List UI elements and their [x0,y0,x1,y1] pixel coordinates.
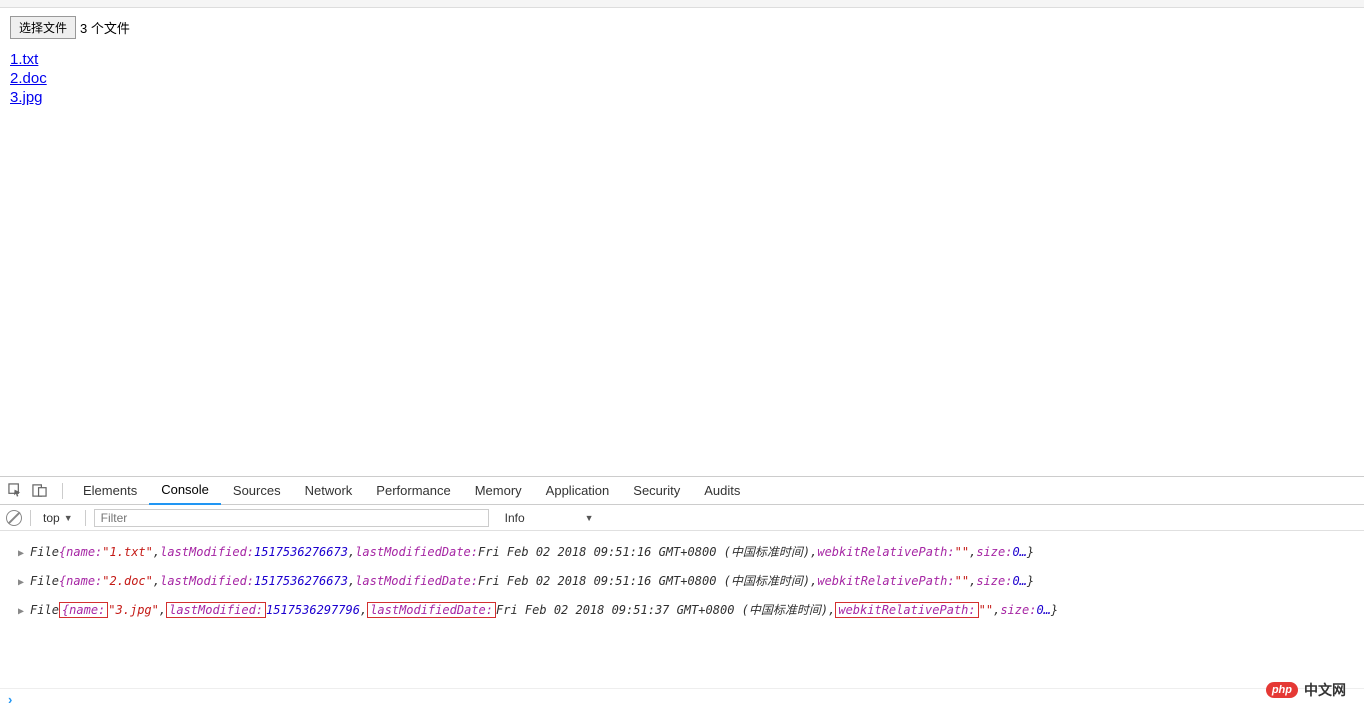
devtools-tab-bar: ElementsConsoleSourcesNetworkPerformance… [0,477,1364,505]
prop-name: {name: [59,545,102,559]
prop-value: 0… [1036,603,1050,617]
chevron-down-icon: ▼ [64,513,73,523]
choose-file-button[interactable]: 选择文件 [10,16,76,39]
device-toggle-icon[interactable] [30,482,48,500]
file-select-row: 选择文件 3 个文件 [10,16,1354,39]
tab-audits[interactable]: Audits [692,477,752,505]
watermark-logo: php [1266,682,1298,698]
tab-sources[interactable]: Sources [221,477,293,505]
file-count-label: 3 个文件 [80,18,130,37]
browser-toolbar [0,0,1364,8]
tab-security[interactable]: Security [621,477,692,505]
watermark-text: 中文网 [1304,680,1346,700]
file-links-list: 1.txt 2.doc 3.jpg [10,51,1354,106]
tab-memory[interactable]: Memory [463,477,534,505]
prop-name: lastModifiedDate: [355,574,478,588]
prop-value: 1517536297796 [266,603,360,617]
prop-name: lastModified: [166,602,266,618]
object-type: File [30,574,59,588]
file-link[interactable]: 3.jpg [10,89,1354,106]
separator [30,510,31,526]
page-content: 选择文件 3 个文件 1.txt 2.doc 3.jpg [0,8,1364,114]
console-filter-bar: top ▼ Info ▼ [0,505,1364,531]
tab-console[interactable]: Console [149,477,221,505]
tab-elements[interactable]: Elements [71,477,149,505]
prop-value: 0… [1012,545,1026,559]
watermark: php 中文网 [1266,680,1346,700]
clear-console-icon[interactable] [6,510,22,526]
context-selector[interactable]: top ▼ [39,511,77,525]
prop-name: webkitRelativePath: [835,602,978,618]
console-log-line[interactable]: ▶File {name: "2.doc", lastModified: 1517… [0,566,1364,595]
prop-name: webkitRelativePath: [817,574,954,588]
prop-value: Fri Feb 02 2018 09:51:16 GMT+0800 (中国标准时… [478,543,810,560]
prop-value: "3.jpg" [108,603,159,617]
separator [85,510,86,526]
filter-input[interactable] [94,509,489,527]
devtools-panel: ElementsConsoleSourcesNetworkPerformance… [0,476,1364,710]
separator [62,483,63,499]
console-log-line[interactable]: ▶File {name: "1.txt", lastModified: 1517… [0,537,1364,566]
object-type: File [30,545,59,559]
inspect-icon[interactable] [6,482,24,500]
prop-value: 0… [1012,574,1026,588]
expand-arrow-icon[interactable]: ▶ [18,577,24,588]
console-log-line[interactable]: ▶File {name: "3.jpg", lastModified: 1517… [0,595,1364,624]
chevron-down-icon: ▼ [585,513,594,523]
console-prompt[interactable]: › [0,688,1364,710]
prop-value: "1.txt" [102,545,153,559]
prop-value: 1517536276673 [254,545,348,559]
prop-value: "2.doc" [102,574,153,588]
prop-value: "" [955,545,969,559]
context-label: top [43,511,60,525]
prop-name: size: [976,545,1012,559]
tab-application[interactable]: Application [534,477,622,505]
prompt-arrow-icon: › [8,692,12,707]
prop-name: lastModified: [160,574,254,588]
console-output[interactable]: ▶File {name: "1.txt", lastModified: 1517… [0,531,1364,688]
log-level-selector[interactable]: Info ▼ [505,511,594,525]
tab-performance[interactable]: Performance [364,477,462,505]
prop-value: Fri Feb 02 2018 09:51:37 GMT+0800 (中国标准时… [496,601,828,618]
expand-arrow-icon[interactable]: ▶ [18,606,24,617]
prop-value: "" [979,603,993,617]
prop-value: Fri Feb 02 2018 09:51:16 GMT+0800 (中国标准时… [478,572,810,589]
prop-name: {name: [59,574,102,588]
prop-value: 1517536276673 [254,574,348,588]
file-link[interactable]: 2.doc [10,70,1354,87]
prop-name: lastModifiedDate: [355,545,478,559]
prop-name: size: [976,574,1012,588]
prop-name: lastModified: [160,545,254,559]
object-type: File [30,603,59,617]
prop-name: webkitRelativePath: [817,545,954,559]
prop-value: "" [955,574,969,588]
prop-name: size: [1000,603,1036,617]
expand-arrow-icon[interactable]: ▶ [18,548,24,559]
log-level-label: Info [505,511,525,525]
file-link[interactable]: 1.txt [10,51,1354,68]
prop-name: {name: [59,602,108,618]
tab-network[interactable]: Network [293,477,365,505]
prop-name: lastModifiedDate: [367,602,496,618]
